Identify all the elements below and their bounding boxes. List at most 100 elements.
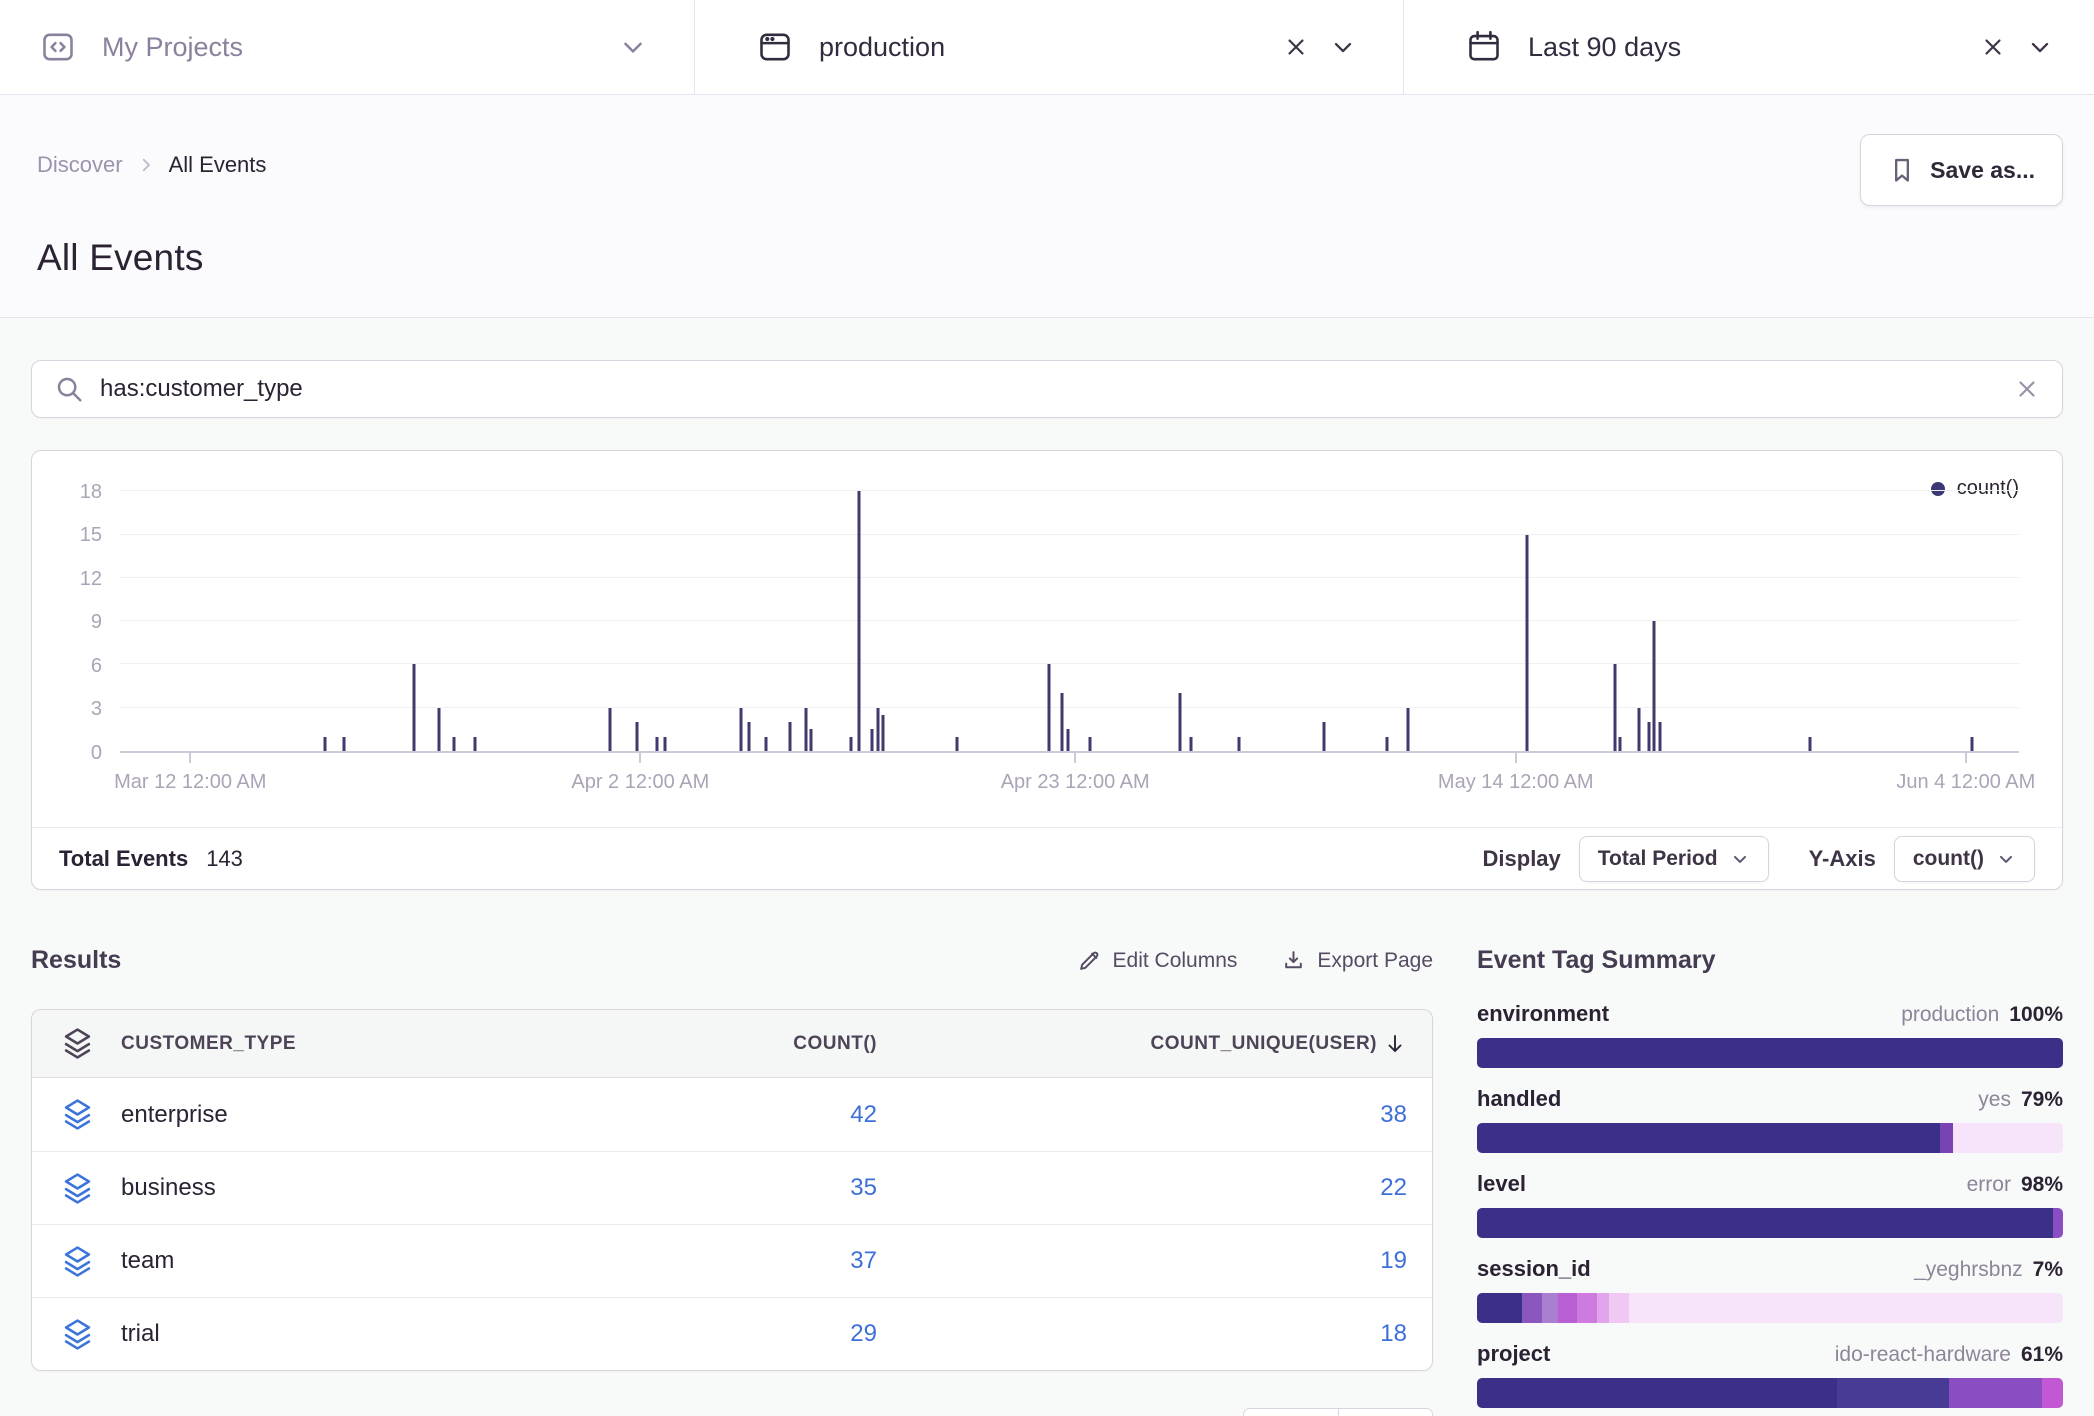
chart-legend: count() <box>1931 477 2019 500</box>
environment-selector[interactable]: production <box>694 0 1403 94</box>
table-row: team3719 <box>32 1224 1432 1297</box>
column-header-count[interactable]: COUNT() <box>677 1033 877 1055</box>
event-count-bar <box>1060 693 1063 751</box>
tag-summary-row: levelerror98% <box>1477 1171 2063 1238</box>
event-count-bar <box>656 737 659 751</box>
tag-distribution-bar[interactable] <box>1477 1208 2063 1238</box>
customer-type-value: trial <box>121 1320 160 1348</box>
project-selector[interactable]: My Projects <box>0 0 694 94</box>
x-axis-tick-label: Apr 2 12:00 AM <box>571 771 709 794</box>
tag-bar-segment <box>1542 1293 1558 1323</box>
tag-top-value: ido-react-hardware 61% <box>1835 1343 2063 1367</box>
tag-value: ido-react-hardware <box>1835 1343 2011 1367</box>
event-count-bar <box>804 708 807 751</box>
tag-percent: 61% <box>2021 1343 2063 1367</box>
column-header-customer-type[interactable]: CUSTOMER_TYPE <box>32 1027 677 1060</box>
tag-value: yes <box>1978 1088 2011 1112</box>
save-as-label: Save as... <box>1930 157 2035 184</box>
tag-bar-segment <box>1477 1378 1837 1408</box>
event-count-bar <box>1406 708 1409 751</box>
event-count-bar <box>1190 737 1193 751</box>
chevron-down-icon[interactable] <box>618 32 648 62</box>
event-count-bar <box>1970 737 1973 751</box>
tag-distribution-bar[interactable] <box>1477 1038 2063 1068</box>
event-count-bar <box>789 722 792 751</box>
event-count-bar <box>1659 722 1662 751</box>
chevron-down-icon[interactable] <box>2026 33 2054 61</box>
tag-distribution-bar[interactable] <box>1477 1293 2063 1323</box>
calendar-icon <box>1466 29 1502 65</box>
customer-type-value: business <box>121 1174 216 1202</box>
tag-percent: 79% <box>2021 1088 2063 1112</box>
tag-distribution-bar[interactable] <box>1477 1378 2063 1408</box>
pagination-next-button[interactable] <box>1338 1409 1432 1416</box>
breadcrumb-current: All Events <box>169 152 267 178</box>
count-unique-value-link[interactable]: 19 <box>877 1247 1407 1275</box>
column-label: CUSTOMER_TYPE <box>121 1033 296 1055</box>
tag-bar-segment <box>1477 1038 2063 1068</box>
gridline <box>120 663 2019 664</box>
x-axis: Mar 12 12:00 AMApr 2 12:00 AMApr 23 12:0… <box>120 753 2019 827</box>
breadcrumb-discover-link[interactable]: Discover <box>37 152 123 178</box>
gridline <box>120 534 2019 535</box>
stack-layers-icon <box>62 1098 93 1131</box>
pagination-previous-button[interactable] <box>1244 1409 1338 1416</box>
tag-percent: 100% <box>2009 1003 2063 1027</box>
bookmark-icon <box>1888 156 1916 184</box>
yaxis-dropdown[interactable]: count() <box>1894 836 2035 882</box>
results-table: CUSTOMER_TYPE COUNT() COUNT_UNIQUE(USER)… <box>31 1009 1433 1371</box>
column-header-count-unique[interactable]: COUNT_UNIQUE(USER) <box>877 1032 1407 1056</box>
tag-top-value: error98% <box>1967 1173 2063 1197</box>
sort-arrow-down-icon <box>1383 1032 1407 1056</box>
chart-area: 0369121518 count() <box>32 451 2062 753</box>
y-axis-tick-label: 18 <box>80 482 102 502</box>
clear-daterange-icon[interactable] <box>1980 34 2006 60</box>
x-axis-tick-label: Apr 23 12:00 AM <box>1001 771 1150 794</box>
count-value-link[interactable]: 37 <box>677 1247 877 1275</box>
tag-label-row: handledyes79% <box>1477 1086 2063 1116</box>
event-count-bar <box>1647 722 1650 751</box>
chart-plot[interactable]: count() <box>120 477 2019 753</box>
export-page-button[interactable]: Export Page <box>1281 948 1433 973</box>
daterange-selector[interactable]: Last 90 days <box>1403 0 2094 94</box>
tag-top-value: yes 79% <box>1978 1088 2063 1112</box>
tag-bar-segment <box>1558 1293 1576 1323</box>
tag-list: environmentproduction100%handledyes79%le… <box>1477 1001 2063 1408</box>
tag-distribution-bar[interactable] <box>1477 1123 2063 1153</box>
event-count-bar <box>664 737 667 751</box>
chart-footer: Total Events 143 Display Total Period Y-… <box>32 827 2062 889</box>
y-axis-tick-label: 15 <box>80 525 102 545</box>
search-input[interactable] <box>100 375 2014 403</box>
table-row: trial 2918 <box>32 1297 1432 1370</box>
tag-bar-segment <box>1953 1123 2063 1153</box>
display-dropdown[interactable]: Total Period <box>1579 836 1769 882</box>
count-unique-value-link[interactable]: 18 <box>877 1320 1407 1348</box>
count-value-link[interactable]: 35 <box>677 1174 877 1202</box>
tag-bar-segment <box>1522 1293 1542 1323</box>
project-selector-label: My Projects <box>102 32 243 63</box>
chevron-down-icon[interactable] <box>1329 33 1357 61</box>
event-count-bar <box>1619 737 1622 751</box>
clear-search-icon[interactable] <box>2014 376 2040 402</box>
tag-label-row: projectido-react-hardware61% <box>1477 1341 2063 1371</box>
event-count-bar <box>1653 621 1656 751</box>
tag-bar-segment <box>1597 1293 1610 1323</box>
y-axis-tick-label: 12 <box>80 569 102 589</box>
clear-environment-icon[interactable] <box>1283 34 1309 60</box>
tag-label-row: session_id_yeghrsbnz7% <box>1477 1256 2063 1286</box>
count-value-link[interactable]: 29 <box>677 1320 877 1348</box>
count-value-link[interactable]: 42 <box>677 1101 877 1129</box>
edit-columns-button[interactable]: Edit Columns <box>1077 948 1238 973</box>
event-count-bar <box>1613 664 1616 751</box>
event-count-bar <box>324 737 327 751</box>
legend-label: count() <box>1957 477 2019 500</box>
customer-type-value: enterprise <box>121 1101 228 1129</box>
event-count-bar <box>1089 737 1092 751</box>
event-count-bar <box>1047 664 1050 751</box>
count-unique-value-link[interactable]: 22 <box>877 1174 1407 1202</box>
customer-type-cell: team <box>32 1245 677 1278</box>
save-as-button[interactable]: Save as... <box>1860 134 2063 206</box>
event-count-bar <box>453 737 456 751</box>
tag-label-row: environmentproduction100% <box>1477 1001 2063 1031</box>
count-unique-value-link[interactable]: 38 <box>877 1101 1407 1129</box>
